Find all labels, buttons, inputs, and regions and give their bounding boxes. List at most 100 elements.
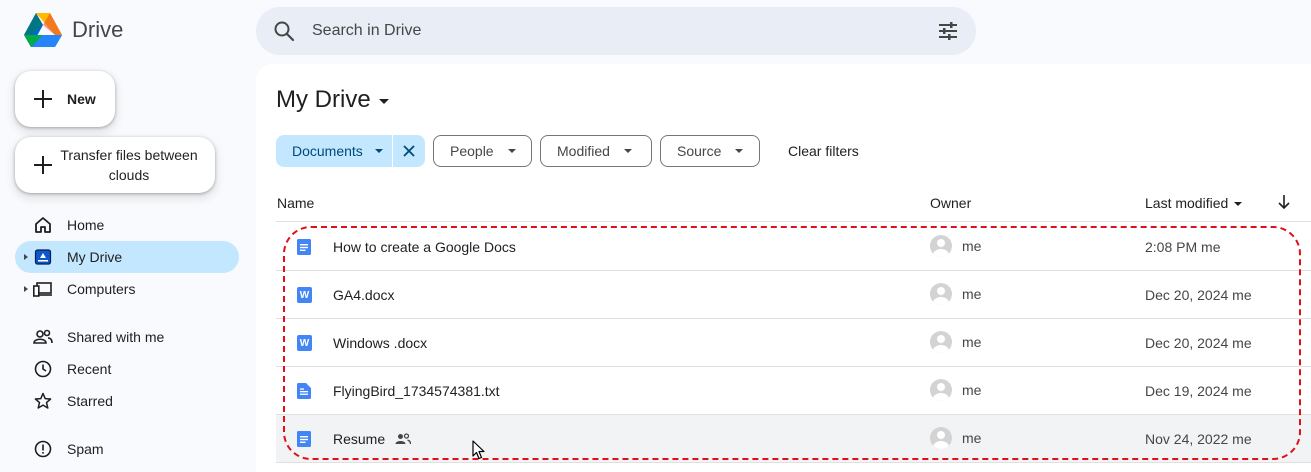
filter-chips: Documents People Modified Source Clear f… (276, 135, 879, 167)
table-row[interactable]: W GA4.docx me Dec 20, 2024 me (276, 271, 1311, 319)
avatar (930, 331, 952, 353)
expand-caret-icon[interactable] (24, 254, 28, 260)
clear-filters-button[interactable]: Clear filters (768, 135, 879, 167)
sidebar-item-spam[interactable]: Spam (15, 433, 239, 465)
close-icon (403, 145, 415, 157)
sidebar-item-label: Shared with me (67, 329, 165, 345)
sidebar-item-my-drive[interactable]: My Drive (15, 241, 239, 273)
file-name[interactable]: FlyingBird_1734574381.txt (333, 383, 500, 399)
sidebar-item-label: Computers (67, 281, 136, 297)
avatar (930, 379, 952, 401)
last-modified: 2:08 PM me (1145, 239, 1221, 255)
owner-label: me (962, 382, 982, 398)
clock-icon (33, 359, 53, 379)
sidebar-item-shared[interactable]: Shared with me (15, 321, 239, 353)
new-button-label: New (67, 91, 96, 107)
word-doc-icon: W (297, 287, 312, 303)
avatar (930, 427, 952, 449)
avatar (930, 235, 952, 257)
shared-icon (395, 433, 412, 445)
transfer-button-label: Transfer files between clouds (60, 147, 198, 183)
dropdown-arrow-icon (374, 149, 383, 153)
sidebar-item-computers[interactable]: Computers (15, 273, 239, 305)
last-modified: Dec 20, 2024 me (1145, 335, 1252, 351)
last-modified: Nov 24, 2022 me (1145, 431, 1252, 447)
filter-chip-type[interactable]: Documents (276, 135, 425, 167)
main-content: My Drive Documents People Modified Sourc… (256, 64, 1311, 472)
owner-label: me (962, 238, 982, 254)
dropdown-arrow-icon (507, 149, 516, 153)
filter-chip-label: Documents (292, 143, 363, 159)
column-name[interactable]: Name (277, 195, 314, 211)
page-title[interactable]: My Drive (276, 86, 389, 114)
table-header: Name Owner Last modified (276, 184, 1311, 222)
sort-direction-icon[interactable] (1277, 194, 1291, 210)
filter-chip-source[interactable]: Source (660, 135, 760, 167)
search-options-icon[interactable] (936, 19, 960, 43)
column-last-modified-label: Last modified (1145, 195, 1229, 211)
sidebar-item-label: Spam (67, 441, 104, 457)
sidebar-item-label: Starred (67, 393, 113, 409)
file-name[interactable]: How to create a Google Docs (333, 239, 516, 255)
owner-label: me (962, 286, 982, 302)
last-modified: Dec 19, 2024 me (1145, 383, 1252, 399)
filter-chip-label: Source (677, 143, 722, 159)
filter-chip-modified[interactable]: Modified (540, 135, 652, 167)
filter-chip-type-select[interactable]: Documents (276, 135, 392, 167)
table-row[interactable]: Resume me Nov 24, 2022 me (276, 415, 1311, 463)
google-docs-icon (297, 239, 311, 255)
my-drive-icon (33, 247, 53, 267)
table-row[interactable]: W Windows .docx me Dec 20, 2024 me (276, 319, 1311, 367)
column-owner: Owner (930, 195, 972, 211)
expand-caret-icon[interactable] (24, 286, 28, 292)
file-name-cell[interactable]: Resume (333, 431, 412, 447)
text-file-icon (297, 383, 311, 399)
file-owner: me (930, 331, 981, 353)
word-doc-icon: W (297, 335, 312, 351)
last-modified: Dec 20, 2024 me (1145, 287, 1252, 303)
file-owner: me (930, 283, 981, 305)
sidebar-item-starred[interactable]: Starred (15, 385, 239, 417)
filter-chip-people[interactable]: People (433, 135, 532, 167)
clear-type-filter-button[interactable] (392, 135, 425, 167)
page-title-text: My Drive (276, 86, 371, 113)
dropdown-arrow-icon (1234, 202, 1243, 207)
sidebar-item-label: Home (67, 217, 105, 233)
file-owner: me (930, 379, 981, 401)
search-input[interactable] (312, 7, 912, 55)
table-row[interactable]: FlyingBird_1734574381.txt me Dec 19, 202… (276, 367, 1311, 415)
drive-logo[interactable]: Drive (24, 13, 123, 47)
dropdown-arrow-icon (378, 98, 389, 104)
star-icon (33, 391, 53, 411)
table-row[interactable]: How to create a Google Docs me 2:08 PM m… (276, 223, 1311, 271)
search-icon[interactable] (272, 19, 296, 43)
plus-icon (33, 89, 53, 109)
file-name: Resume (333, 431, 386, 447)
avatar (930, 283, 952, 305)
filter-chip-label: Modified (557, 143, 610, 159)
drive-logo-icon (24, 13, 62, 47)
sidebar-item-recent[interactable]: Recent (15, 353, 239, 385)
spam-icon (33, 439, 53, 459)
sidebar-item-home[interactable]: Home (15, 209, 239, 241)
new-button[interactable]: New (15, 71, 115, 127)
search-bar[interactable] (256, 7, 976, 55)
computers-icon (33, 279, 53, 299)
plus-icon (33, 155, 53, 175)
dropdown-arrow-icon (735, 149, 744, 153)
file-name[interactable]: Windows .docx (333, 335, 427, 351)
filter-chip-label: People (450, 143, 494, 159)
sidebar-item-label: My Drive (67, 249, 123, 265)
file-owner: me (930, 427, 981, 449)
mouse-cursor-icon (472, 440, 485, 460)
shared-icon (33, 327, 53, 347)
owner-label: me (962, 430, 982, 446)
owner-label: me (962, 334, 982, 350)
file-owner: me (930, 235, 981, 257)
home-icon (33, 215, 53, 235)
app-name: Drive (72, 17, 124, 42)
transfer-files-button[interactable]: Transfer files between clouds (15, 137, 215, 193)
column-last-modified[interactable]: Last modified (1145, 195, 1243, 211)
sidebar-item-label: Recent (67, 361, 112, 377)
file-name[interactable]: GA4.docx (333, 287, 394, 303)
